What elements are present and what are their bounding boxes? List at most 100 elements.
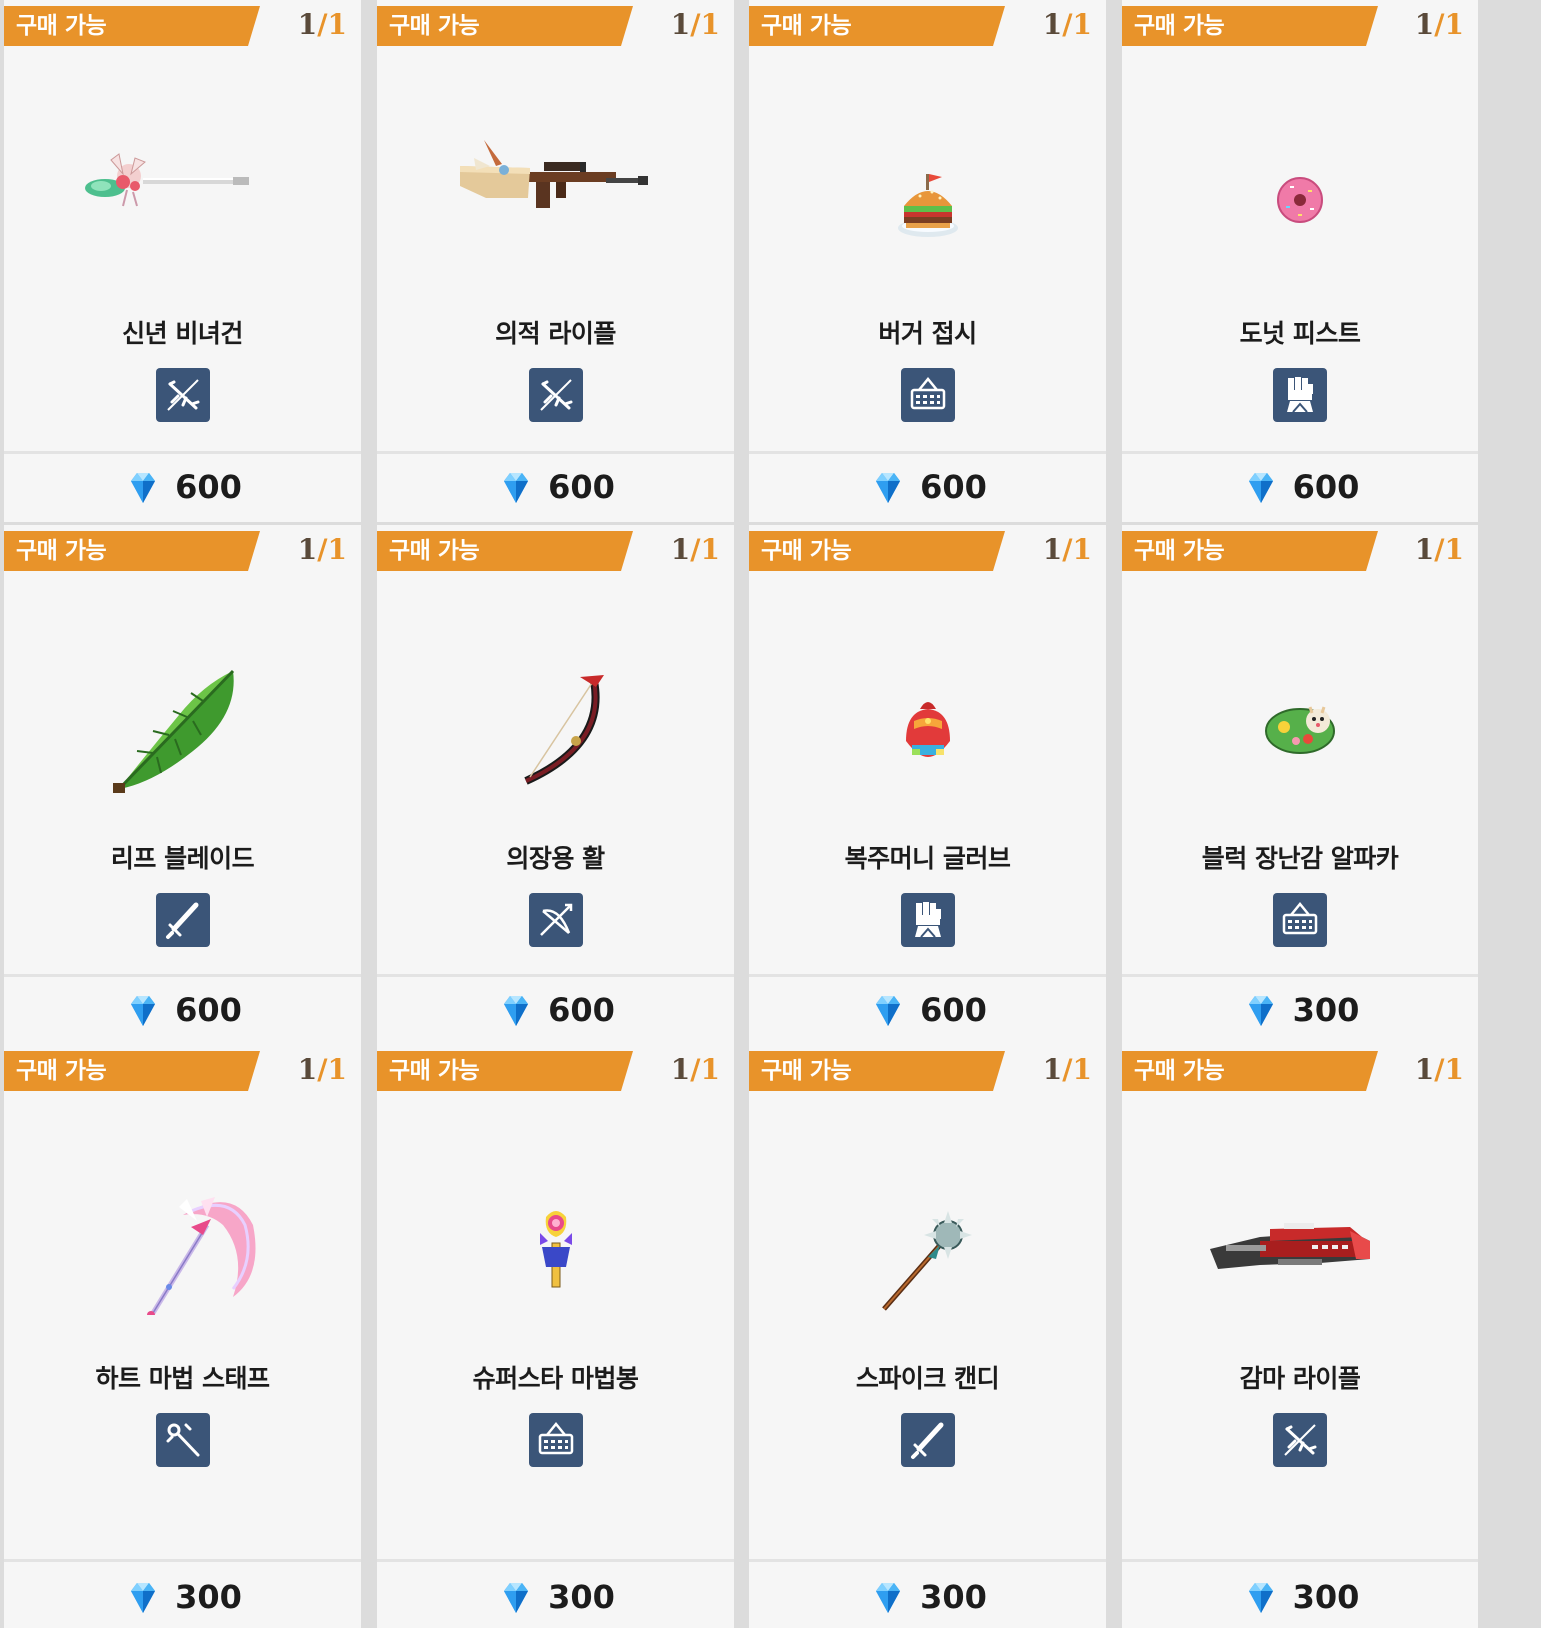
item-type-badge <box>155 368 210 422</box>
shop-item-card[interactable]: 구매 가능 1/1 신년 비녀건 600 <box>4 0 361 522</box>
price-row[interactable]: 300 <box>377 1567 734 1627</box>
availability-banner: 구매 가능 <box>4 531 260 571</box>
price-row[interactable]: 600 <box>4 457 361 517</box>
gem-icon <box>1241 1577 1281 1617</box>
sword-icon <box>156 893 210 947</box>
gun-icon <box>1273 1413 1327 1467</box>
price-value: 300 <box>1292 991 1360 1029</box>
gem-icon <box>496 990 536 1030</box>
purchase-limit: 1/1 <box>298 1053 347 1086</box>
item-name: 복주머니 글러브 <box>844 844 1011 873</box>
shop-item-card[interactable]: 구매 가능 1/1 스파이크 캔디 300 <box>749 1045 1106 1628</box>
card-divider <box>749 451 1106 454</box>
availability-label: 구매 가능 <box>761 1058 852 1084</box>
limit-max: 1 <box>327 533 347 566</box>
price-row[interactable]: 600 <box>749 980 1106 1040</box>
limit-max: 1 <box>700 1053 720 1086</box>
item-name: 버거 접시 <box>878 319 977 348</box>
limit-separator: / <box>317 8 328 41</box>
limit-current: 1 <box>1042 533 1063 566</box>
gun-icon <box>156 368 210 422</box>
limit-separator: / <box>690 8 701 41</box>
price-value: 600 <box>920 991 987 1029</box>
price-row[interactable]: 600 <box>1122 457 1478 517</box>
item-type-badge <box>528 893 583 947</box>
limit-separator: / <box>690 533 701 566</box>
card-divider <box>749 974 1106 977</box>
price-row[interactable]: 300 <box>1122 980 1478 1040</box>
price-row[interactable]: 300 <box>1122 1567 1478 1627</box>
shop-item-card[interactable]: 구매 가능 1/1 의적 라이플 600 <box>377 0 734 522</box>
limit-current: 1 <box>297 533 318 566</box>
item-image <box>83 665 283 795</box>
item-name: 의장용 활 <box>506 844 605 873</box>
item-type-badge <box>528 368 583 422</box>
item-image <box>1200 1185 1400 1315</box>
item-name: 신년 비녀건 <box>122 319 243 348</box>
item-type-badge <box>900 1413 955 1467</box>
purchase-limit: 1/1 <box>1415 8 1464 41</box>
card-divider <box>377 1559 734 1562</box>
item-name: 감마 라이플 <box>1239 1364 1361 1393</box>
item-image <box>456 665 656 795</box>
limit-max: 1 <box>1444 8 1464 41</box>
shop-item-card[interactable]: 구매 가능 1/1 버거 접시 600 <box>749 0 1106 522</box>
purchase-limit: 1/1 <box>1043 1053 1092 1086</box>
availability-banner: 구매 가능 <box>377 6 633 46</box>
item-name: 리프 블레이드 <box>110 844 255 873</box>
shop-item-card[interactable]: 구매 가능 1/1 블럭 장난감 알파카 300 <box>1122 525 1478 1045</box>
availability-banner: 구매 가능 <box>1122 531 1378 571</box>
shop-item-card[interactable]: 구매 가능 1/1 슈퍼스타 마법봉 300 <box>377 1045 734 1628</box>
availability-banner: 구매 가능 <box>749 1051 1005 1091</box>
item-type-badge <box>900 368 955 422</box>
shop-item-card[interactable]: 구매 가능 1/1 의장용 활 600 <box>377 525 734 1045</box>
gem-icon <box>123 1577 163 1617</box>
limit-separator: / <box>1434 8 1445 41</box>
item-name: 하트 마법 스태프 <box>95 1364 270 1393</box>
basket-icon <box>901 368 955 422</box>
item-name: 스파이크 캔디 <box>855 1364 1000 1393</box>
basket-icon <box>1273 893 1327 947</box>
availability-label: 구매 가능 <box>16 538 107 564</box>
price-value: 600 <box>548 468 615 506</box>
shop-item-card[interactable]: 구매 가능 1/1 복주머니 글러브 600 <box>749 525 1106 1045</box>
availability-banner: 구매 가능 <box>749 531 1005 571</box>
limit-max: 1 <box>1072 533 1092 566</box>
limit-max: 1 <box>327 8 347 41</box>
fist-icon <box>1273 368 1327 422</box>
price-value: 300 <box>175 1578 242 1616</box>
card-divider <box>1122 1559 1478 1562</box>
availability-banner: 구매 가능 <box>377 1051 633 1091</box>
purchase-limit: 1/1 <box>671 533 720 566</box>
price-row[interactable]: 600 <box>377 457 734 517</box>
purchase-limit: 1/1 <box>298 8 347 41</box>
price-value: 300 <box>920 1578 987 1616</box>
price-value: 600 <box>548 991 615 1029</box>
limit-current: 1 <box>1414 533 1435 566</box>
purchase-limit: 1/1 <box>671 8 720 41</box>
purchase-limit: 1/1 <box>1043 8 1092 41</box>
limit-separator: / <box>317 1053 328 1086</box>
limit-separator: / <box>1062 1053 1073 1086</box>
card-divider <box>377 974 734 977</box>
price-row[interactable]: 300 <box>4 1567 361 1627</box>
shop-item-card[interactable]: 구매 가능 1/1 도넛 피스트 600 <box>1122 0 1478 522</box>
purchase-limit: 1/1 <box>1415 1053 1464 1086</box>
availability-banner: 구매 가능 <box>1122 1051 1378 1091</box>
price-row[interactable]: 300 <box>749 1567 1106 1627</box>
price-row[interactable]: 600 <box>749 457 1106 517</box>
gem-icon <box>1241 990 1281 1030</box>
bow-icon <box>529 893 583 947</box>
price-value: 600 <box>175 468 242 506</box>
item-image <box>828 665 1028 795</box>
item-type-badge <box>900 893 955 947</box>
price-row[interactable]: 600 <box>4 980 361 1040</box>
price-value: 600 <box>920 468 987 506</box>
availability-label: 구매 가능 <box>1134 538 1225 564</box>
shop-item-card[interactable]: 구매 가능 1/1 하트 마법 스태프 300 <box>4 1045 361 1628</box>
price-row[interactable]: 600 <box>377 980 734 1040</box>
gem-icon <box>868 990 908 1030</box>
availability-banner: 구매 가능 <box>4 6 260 46</box>
shop-item-card[interactable]: 구매 가능 1/1 리프 블레이드 600 <box>4 525 361 1045</box>
shop-item-card[interactable]: 구매 가능 1/1 감마 라이플 300 <box>1122 1045 1478 1628</box>
